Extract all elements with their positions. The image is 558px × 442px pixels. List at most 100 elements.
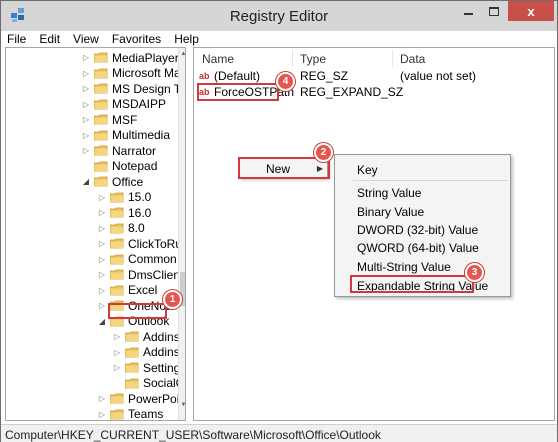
tree-item-label: Notepad bbox=[112, 159, 158, 173]
collapsed-caret-icon[interactable]: ▷ bbox=[98, 224, 106, 233]
tree-item[interactable]: ▷ 8.0 bbox=[98, 221, 145, 236]
tree-item[interactable]: ▷ MSDAIPP bbox=[82, 97, 166, 112]
tree-item[interactable]: ▷ 15.0 bbox=[98, 190, 151, 205]
scroll-down-icon[interactable]: ▼ bbox=[179, 400, 185, 410]
folder-icon bbox=[125, 378, 139, 389]
collapsed-caret-icon[interactable]: ▷ bbox=[82, 69, 90, 78]
collapsed-caret-icon[interactable]: ▷ bbox=[113, 363, 121, 372]
registry-tree-pane[interactable]: ▷ MediaPlayer ▷ Microsoft Mar ▷ MS Design Too… bbox=[5, 47, 186, 421]
tree-item[interactable]: ▷ Addins bbox=[113, 329, 180, 344]
tree-item[interactable]: Notepad bbox=[82, 159, 157, 174]
close-button[interactable]: x bbox=[508, 1, 554, 21]
collapsed-caret-icon[interactable]: ▷ bbox=[82, 131, 90, 140]
tree-item[interactable]: ▷ 16.0 bbox=[98, 205, 151, 220]
collapsed-caret-icon[interactable]: ▷ bbox=[82, 115, 90, 124]
collapsed-caret-icon[interactable]: ▷ bbox=[98, 255, 106, 264]
folder-icon bbox=[110, 223, 124, 234]
tree-item-label: Microsoft Mar bbox=[112, 66, 185, 80]
tree-item[interactable]: ▷ Multimedia bbox=[82, 128, 170, 143]
minimize-button[interactable] bbox=[455, 1, 481, 21]
value-type: REG_SZ bbox=[300, 69, 349, 83]
folder-icon bbox=[94, 114, 108, 125]
folder-icon bbox=[125, 362, 139, 373]
tree-item[interactable]: ▷ Excel bbox=[98, 283, 157, 298]
submenu-string-value[interactable]: String Value bbox=[357, 186, 421, 200]
value-name: (Default) bbox=[214, 69, 261, 83]
collapsed-caret-icon[interactable]: ▷ bbox=[98, 208, 106, 217]
collapsed-caret-icon[interactable]: ▷ bbox=[98, 410, 106, 419]
tree-item[interactable]: ▷ Addins bbox=[113, 345, 180, 360]
menu-file[interactable]: File bbox=[7, 32, 26, 46]
column-header-name[interactable]: Name bbox=[202, 52, 234, 66]
scroll-up-icon[interactable]: ▲ bbox=[179, 49, 185, 59]
collapsed-caret-icon[interactable]: ▷ bbox=[98, 270, 106, 279]
folder-icon bbox=[94, 52, 108, 63]
menu-bar: File Edit View Favorites Help bbox=[1, 31, 557, 46]
tree-item[interactable]: ▷ ClickToRur bbox=[98, 236, 185, 251]
menu-help[interactable]: Help bbox=[174, 32, 199, 46]
tree-item[interactable]: ▷ DmsClient bbox=[98, 267, 183, 282]
tree-item-label: Multimedia bbox=[112, 128, 171, 142]
column-divider[interactable] bbox=[392, 50, 393, 67]
tree-item-label: Setting bbox=[143, 360, 181, 375]
folder-icon bbox=[110, 238, 124, 249]
tree-item[interactable]: ▷ MSF bbox=[82, 112, 137, 127]
column-header-data[interactable]: Data bbox=[400, 52, 425, 66]
collapsed-caret-icon[interactable]: ▷ bbox=[113, 348, 121, 357]
tree-item[interactable]: ▷ Common bbox=[98, 252, 177, 267]
tree-item-label: Teams bbox=[128, 407, 164, 421]
tree-item[interactable]: ▷ Narrator bbox=[82, 143, 156, 158]
collapsed-caret-icon[interactable]: ▷ bbox=[113, 332, 121, 341]
collapsed-caret-icon[interactable]: ▷ bbox=[98, 301, 106, 310]
expanded-caret-icon[interactable]: ◢ bbox=[82, 177, 90, 186]
tree-item[interactable]: ▷ Teams bbox=[98, 407, 164, 421]
tree-item[interactable]: ▷ Setting bbox=[113, 360, 180, 375]
tree-item[interactable]: SocialC bbox=[113, 376, 184, 391]
tree-item-label: MSDAIPP bbox=[112, 97, 167, 111]
menu-edit[interactable]: Edit bbox=[39, 32, 60, 46]
tree-item[interactable]: ◢ Office bbox=[82, 174, 143, 189]
step-1-badge: 1 bbox=[163, 290, 182, 309]
tree-item[interactable]: ▷ Microsoft Mar bbox=[82, 66, 185, 81]
submenu-key[interactable]: Key bbox=[357, 163, 378, 177]
maximize-button[interactable] bbox=[481, 1, 507, 21]
tree-item-label: 15.0 bbox=[128, 190, 152, 204]
collapsed-caret-icon[interactable]: ▷ bbox=[82, 146, 90, 155]
submenu-multi-string-value[interactable]: Multi-String Value bbox=[357, 260, 451, 274]
column-divider[interactable] bbox=[292, 50, 293, 67]
submenu-binary-value[interactable]: Binary Value bbox=[357, 205, 424, 219]
folder-icon bbox=[110, 393, 124, 404]
submenu-dword-value[interactable]: DWORD (32-bit) Value bbox=[357, 223, 478, 237]
menu-view[interactable]: View bbox=[73, 32, 99, 46]
expanded-caret-icon[interactable]: ◢ bbox=[98, 317, 106, 326]
highlight-expandable-string bbox=[350, 275, 474, 293]
status-bar-path: Computer\HKEY_CURRENT_USER\Software\Micr… bbox=[1, 424, 557, 442]
highlight-new bbox=[238, 157, 330, 179]
tree-item-label: Narrator bbox=[112, 143, 157, 158]
folder-icon bbox=[110, 269, 124, 280]
folder-icon bbox=[110, 254, 124, 265]
value-row-default[interactable]: ab (Default) REG_SZ (value not set) bbox=[194, 68, 554, 84]
collapsed-caret-icon[interactable]: ▷ bbox=[98, 394, 106, 403]
menu-favorites[interactable]: Favorites bbox=[112, 32, 161, 46]
collapsed-caret-icon[interactable]: ▷ bbox=[98, 239, 106, 248]
close-icon: x bbox=[527, 3, 535, 19]
collapsed-caret-icon[interactable]: ▷ bbox=[98, 286, 106, 295]
collapsed-caret-icon[interactable]: ▷ bbox=[82, 100, 90, 109]
tree-item-label: 8.0 bbox=[128, 221, 145, 235]
folder-icon bbox=[125, 347, 139, 358]
folder-icon bbox=[110, 285, 124, 296]
tree-item-label: DmsClient bbox=[128, 267, 184, 282]
tree-vertical-scrollbar[interactable]: ▲ ▼ bbox=[178, 48, 185, 420]
collapsed-caret-icon[interactable]: ▷ bbox=[82, 84, 90, 93]
submenu-qword-value[interactable]: QWORD (64-bit) Value bbox=[357, 241, 479, 255]
tree-item-label: Excel bbox=[128, 283, 158, 297]
collapsed-caret-icon[interactable]: ▷ bbox=[82, 53, 90, 62]
highlight-forceostpath bbox=[197, 83, 279, 101]
tree-item[interactable]: ▷ MS Design Too bbox=[82, 81, 185, 96]
folder-icon bbox=[94, 99, 108, 110]
collapsed-caret-icon[interactable]: ▷ bbox=[98, 193, 106, 202]
column-header-type[interactable]: Type bbox=[300, 52, 326, 66]
tree-item[interactable]: ▷ PowerPoin bbox=[98, 391, 185, 406]
tree-item[interactable]: ▷ MediaPlayer bbox=[82, 50, 179, 65]
